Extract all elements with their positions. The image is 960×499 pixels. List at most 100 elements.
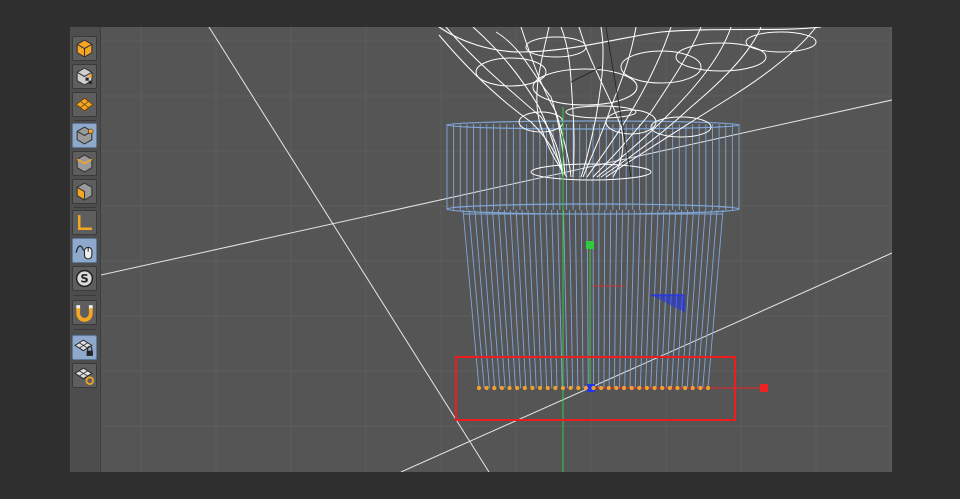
workplane-icon: [75, 97, 94, 112]
gizmo-y-handle[interactable]: [586, 241, 594, 249]
pot-body-edge: [521, 209, 532, 389]
selected-point[interactable]: [599, 385, 604, 391]
plant-curve: [565, 105, 637, 119]
model-mode-button[interactable]: [72, 36, 97, 61]
pot-body-edge: [603, 209, 606, 389]
pot-body-edge: [539, 209, 548, 389]
pot-body-edge: [568, 209, 574, 389]
plant-stem: [605, 27, 632, 178]
selected-point[interactable]: [537, 385, 543, 391]
selected-point[interactable]: [591, 385, 596, 391]
workplane-mode-button[interactable]: [72, 92, 97, 117]
selected-point[interactable]: [568, 385, 573, 391]
points-mode-button[interactable]: [72, 123, 97, 148]
gizmo-plane-handle: [651, 295, 684, 312]
pot-body-edge: [557, 209, 563, 389]
solo-mode-button[interactable]: S: [72, 266, 97, 291]
selected-point[interactable]: [690, 385, 695, 391]
selected-point[interactable]: [499, 385, 504, 391]
polygons-mode-button[interactable]: [72, 179, 97, 204]
plant-wireframe: [438, 27, 822, 181]
polygons-cube-icon: [76, 182, 93, 201]
selected-point[interactable]: [667, 385, 672, 391]
pot-body-edge: [639, 209, 647, 389]
axis-mode-button[interactable]: [72, 210, 97, 235]
pot-body-edge: [545, 209, 553, 389]
pot-body-edge: [515, 209, 527, 389]
selected-point[interactable]: [606, 385, 611, 391]
selected-point[interactable]: [530, 385, 535, 391]
selected-point[interactable]: [583, 385, 588, 391]
selected-point[interactable]: [476, 385, 482, 391]
viewport-canvas[interactable]: [101, 27, 892, 472]
plant-curve: [650, 116, 712, 138]
pot-body-edge: [503, 209, 516, 389]
plant-curve: [605, 109, 657, 135]
plant-curve: [675, 42, 767, 72]
checker-cube-icon: [76, 67, 93, 86]
tweak-mode-button[interactable]: [72, 238, 97, 263]
pot-body-edge: [629, 209, 635, 389]
3d-viewport[interactable]: [101, 27, 892, 472]
pot-body-edge: [486, 209, 501, 389]
pot-body-edge: [586, 209, 589, 389]
selected-point[interactable]: [652, 385, 657, 391]
texture-mode-button[interactable]: [72, 64, 97, 89]
editor-frame: S: [70, 27, 892, 472]
magnet-icon: [76, 305, 93, 322]
mode-toolbar: S: [70, 27, 101, 472]
selected-point[interactable]: [522, 385, 527, 391]
pot-body-edge: [580, 209, 584, 389]
pot-body-edge: [686, 209, 700, 389]
snap-toggle-button[interactable]: [72, 300, 97, 325]
selected-point[interactable]: [484, 385, 489, 391]
selected-point[interactable]: [492, 385, 497, 391]
selected-point[interactable]: [705, 385, 711, 391]
selected-point[interactable]: [683, 385, 688, 391]
workplane-locked-icon: [74, 367, 94, 385]
selected-point[interactable]: [660, 385, 665, 391]
selected-point[interactable]: [553, 385, 558, 391]
plant-curve: [475, 57, 547, 87]
gizmo-x-handle[interactable]: [760, 384, 768, 392]
plant-curve: [605, 27, 817, 178]
selected-point[interactable]: [629, 385, 634, 391]
pot-body-edge: [551, 209, 558, 389]
plant-curve: [745, 31, 817, 53]
pot-body-edge: [574, 209, 579, 389]
pot-body-edge: [509, 209, 522, 389]
selected-point[interactable]: [675, 385, 680, 391]
axis-icon: [77, 215, 92, 231]
selected-point[interactable]: [614, 385, 619, 391]
selected-point[interactable]: [545, 385, 550, 391]
workplane-lock-button[interactable]: [72, 335, 97, 360]
selected-point[interactable]: [507, 385, 512, 391]
pot-body-edge: [613, 209, 618, 389]
plant-curve: [596, 27, 732, 178]
svg-text:S: S: [80, 272, 88, 286]
pot-body-edge: [634, 209, 641, 389]
selected-point[interactable]: [576, 385, 581, 391]
edges-mode-button[interactable]: [72, 151, 97, 176]
pot-body-edge: [492, 209, 506, 389]
selected-point[interactable]: [698, 385, 703, 391]
selected-point[interactable]: [515, 385, 520, 391]
solo-icon: S: [75, 269, 94, 288]
pot-body-edge: [697, 209, 712, 389]
pot-body-edge: [563, 209, 568, 389]
selected-point[interactable]: [637, 385, 642, 391]
workplane-lines: [101, 27, 892, 472]
points-cube-icon: [76, 126, 94, 145]
pot-body-edge: [608, 209, 612, 389]
pot-body-edge: [592, 209, 594, 389]
pot-body-edge: [498, 209, 511, 389]
pot-wireframe: [446, 120, 740, 389]
workplane-locked-button[interactable]: [72, 363, 97, 388]
selected-point[interactable]: [644, 385, 650, 391]
floor-grid: [101, 27, 892, 472]
workplane-lock-icon: [74, 339, 93, 356]
pot-body-edge: [619, 209, 623, 389]
selected-point[interactable]: [621, 385, 627, 391]
pot-body-edge: [691, 209, 706, 389]
selected-point[interactable]: [560, 385, 566, 391]
